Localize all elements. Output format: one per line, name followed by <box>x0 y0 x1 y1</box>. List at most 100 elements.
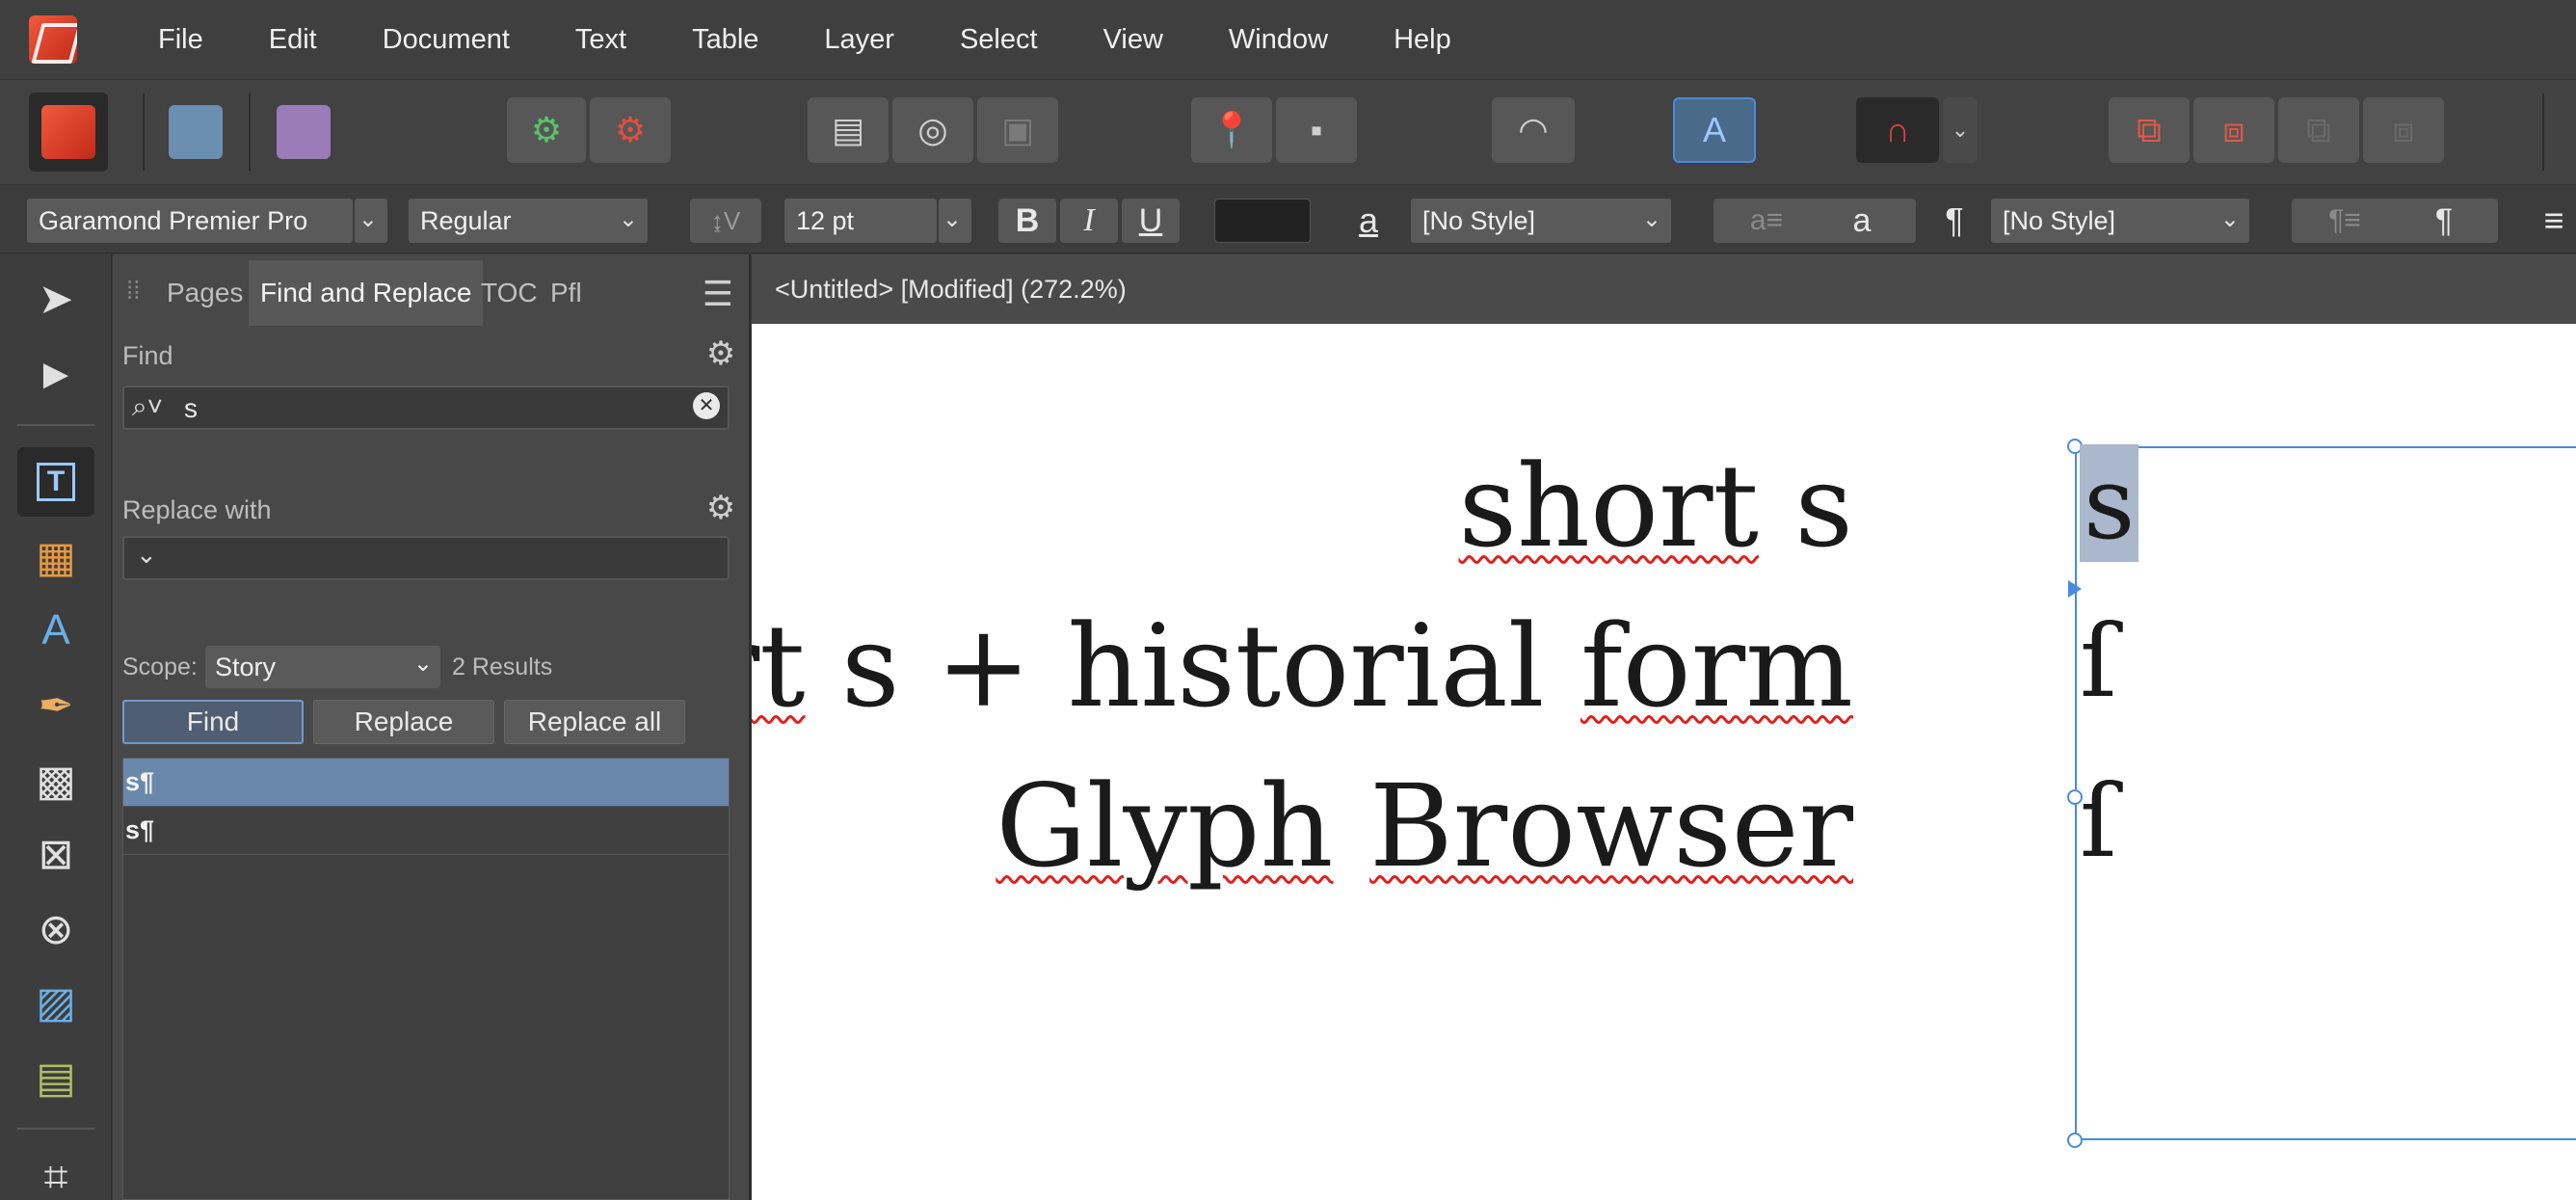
chevron-down-icon[interactable]: ⌄ <box>136 540 157 570</box>
panel-menu-icon[interactable]: ☰ <box>703 274 733 314</box>
vector-crop-tool[interactable]: ▤ <box>17 1043 94 1112</box>
place-image-tool[interactable]: ▨ <box>17 968 94 1037</box>
font-family-field[interactable]: Garamond Premier Pro <box>27 199 353 243</box>
menu-help[interactable]: Help <box>1361 24 1484 56</box>
replace-options-gear-icon[interactable]: ⚙ <box>704 492 737 524</box>
arrange-back-button[interactable]: ⧉ <box>2109 97 2190 163</box>
menu-layer[interactable]: Layer <box>791 24 927 56</box>
artistic-text-tool[interactable]: A <box>17 596 94 665</box>
panel-tabs: ⁞⁞ Pages Find and Replace TOC Pfl ☰ <box>113 260 751 326</box>
toolbar-separator <box>249 93 251 171</box>
result-row[interactable]: s¶ <box>123 807 729 855</box>
text-frame[interactable] <box>2075 446 2576 1140</box>
preview-mode-button[interactable]: ◠ <box>1492 97 1575 163</box>
tab-toc[interactable]: TOC <box>469 260 549 326</box>
pen-tool[interactable]: ✒ <box>17 671 94 740</box>
tool-separator <box>17 424 94 426</box>
menu-bar: File Edit Document Text Table Layer Sele… <box>0 0 2576 79</box>
spread-icon: ▣ <box>1000 110 1034 149</box>
snapping-button[interactable]: ∩ <box>1856 97 1939 163</box>
menu-document[interactable]: Document <box>350 24 543 56</box>
font-style-select[interactable]: Regular ⌄ <box>409 199 648 243</box>
bold-button[interactable]: B <box>998 199 1056 243</box>
text-flow-marker-icon[interactable] <box>2068 580 2082 598</box>
menu-view[interactable]: View <box>1071 24 1196 56</box>
font-size-field[interactable]: 12 pt <box>784 199 937 243</box>
snapping-options-button[interactable]: ⌄ <box>1943 97 1978 163</box>
arrange-front-icon: ⧈ <box>2222 109 2245 149</box>
publisher-persona-button[interactable] <box>29 93 108 172</box>
replace-all-button[interactable]: Replace all <box>504 700 685 744</box>
text-wrap-button[interactable]: ▪ <box>1276 97 1357 163</box>
replace-button[interactable]: Replace <box>313 700 494 744</box>
preflight-settings-button[interactable]: ⚙ <box>507 97 586 163</box>
text-frame-button[interactable]: A <box>1673 97 1756 163</box>
table-tool[interactable]: ▦ <box>17 522 94 592</box>
menu-file[interactable]: File <box>125 24 236 56</box>
photo-persona-button[interactable] <box>264 93 343 172</box>
arrange-backward-button[interactable]: ⧈ <box>2363 97 2444 163</box>
picture-frame-ellipse-tool[interactable]: ⊗ <box>17 894 94 964</box>
font-family-dropdown[interactable]: ⌄ <box>355 199 387 243</box>
align-icon[interactable]: ≡ <box>2535 199 2573 243</box>
arrange-forward-button[interactable]: ⧉ <box>2278 97 2359 163</box>
underline-button[interactable]: U <box>1122 199 1180 243</box>
replace-input[interactable]: ⌄ <box>122 536 730 580</box>
menu-table[interactable]: Table <box>659 24 791 56</box>
pin-button[interactable]: 📍 <box>1191 97 1272 163</box>
frame-handle-bottom-left[interactable] <box>2067 1133 2083 1148</box>
affinity-publisher-logo-icon[interactable] <box>29 15 77 64</box>
paragraph-style-select[interactable]: [No Style] ⌄ <box>1991 199 2249 243</box>
menu-window[interactable]: Window <box>1196 24 1361 56</box>
page-button[interactable]: ▤ <box>808 97 889 163</box>
text-word: s <box>1758 440 1853 573</box>
character-style-select[interactable]: [No Style] ⌄ <box>1411 199 1671 243</box>
text-color-swatch[interactable] <box>1214 199 1311 243</box>
find-options-gear-icon[interactable]: ⚙ <box>704 337 737 370</box>
menu-text[interactable]: Text <box>543 24 659 56</box>
font-size-dropdown[interactable]: ⌄ <box>939 199 971 243</box>
find-button[interactable]: Find <box>122 700 304 744</box>
menu-select[interactable]: Select <box>927 24 1071 56</box>
tab-pages[interactable]: Pages <box>155 260 254 326</box>
crop-tool[interactable]: ⌗ <box>17 1143 94 1200</box>
toolbar-separator <box>2542 93 2544 171</box>
frame-glyph-3: ſ <box>2080 762 2117 880</box>
tab-preflight[interactable]: Pfl <box>539 260 594 326</box>
chevron-down-icon: ⌄ <box>1641 206 1661 232</box>
document-tab-title[interactable]: <Untitled> [Modified] (272.2%) <box>752 254 2576 324</box>
text-frame-tool-icon: T <box>37 463 75 501</box>
menu-edit[interactable]: Edit <box>236 24 350 56</box>
tab-find-and-replace[interactable]: Find and Replace <box>249 260 484 326</box>
baseline-button[interactable]: ↨V <box>690 199 761 243</box>
text-word <box>1334 760 1370 893</box>
chevron-down-icon: ⌄ <box>358 206 378 232</box>
move-tool[interactable]: ➤ <box>17 264 94 333</box>
document-page[interactable]: short s short s + historial form Glyph B… <box>752 324 2576 1200</box>
italic-button[interactable]: I <box>1060 199 1118 243</box>
qr-code-tool[interactable]: ▩ <box>17 746 94 815</box>
search-icon[interactable]: ⌕˅ <box>132 391 163 423</box>
picture-frame-icon: ⊠ <box>38 830 74 878</box>
designer-persona-button[interactable] <box>156 93 235 172</box>
ellipse-frame-icon: ⊗ <box>38 905 74 953</box>
frame-text-tool[interactable]: T <box>17 447 94 517</box>
find-input[interactable]: ⌕˅ s ✕ <box>122 386 730 430</box>
panel-grip-icon[interactable]: ⁞⁞ <box>126 276 140 306</box>
results-list: s¶ s¶ <box>122 758 730 1200</box>
font-family-value: Garamond Premier Pro <box>39 205 308 235</box>
result-row[interactable]: s¶ <box>123 759 729 807</box>
character-style-preview-button[interactable]: a <box>1808 199 1916 243</box>
picture-frame-rectangle-tool[interactable]: ⊠ <box>17 819 94 889</box>
character-style-options-button[interactable]: a≡ <box>1713 199 1819 243</box>
preflight-errors-button[interactable]: ⚙ <box>590 97 671 163</box>
node-tool[interactable]: ▶ <box>17 339 94 409</box>
find-input-value: s <box>184 393 198 423</box>
scope-select[interactable]: Story ⌄ <box>205 646 440 688</box>
spread-button[interactable]: ▣ <box>977 97 1058 163</box>
clear-icon[interactable]: ✕ <box>693 392 720 419</box>
arrange-front-button[interactable]: ⧈ <box>2193 97 2274 163</box>
paragraph-style-options-button[interactable]: ¶≡ <box>2292 199 2398 243</box>
paragraph-style-preview-button[interactable]: ¶ <box>2390 199 2498 243</box>
master-page-button[interactable]: ◎ <box>892 97 973 163</box>
